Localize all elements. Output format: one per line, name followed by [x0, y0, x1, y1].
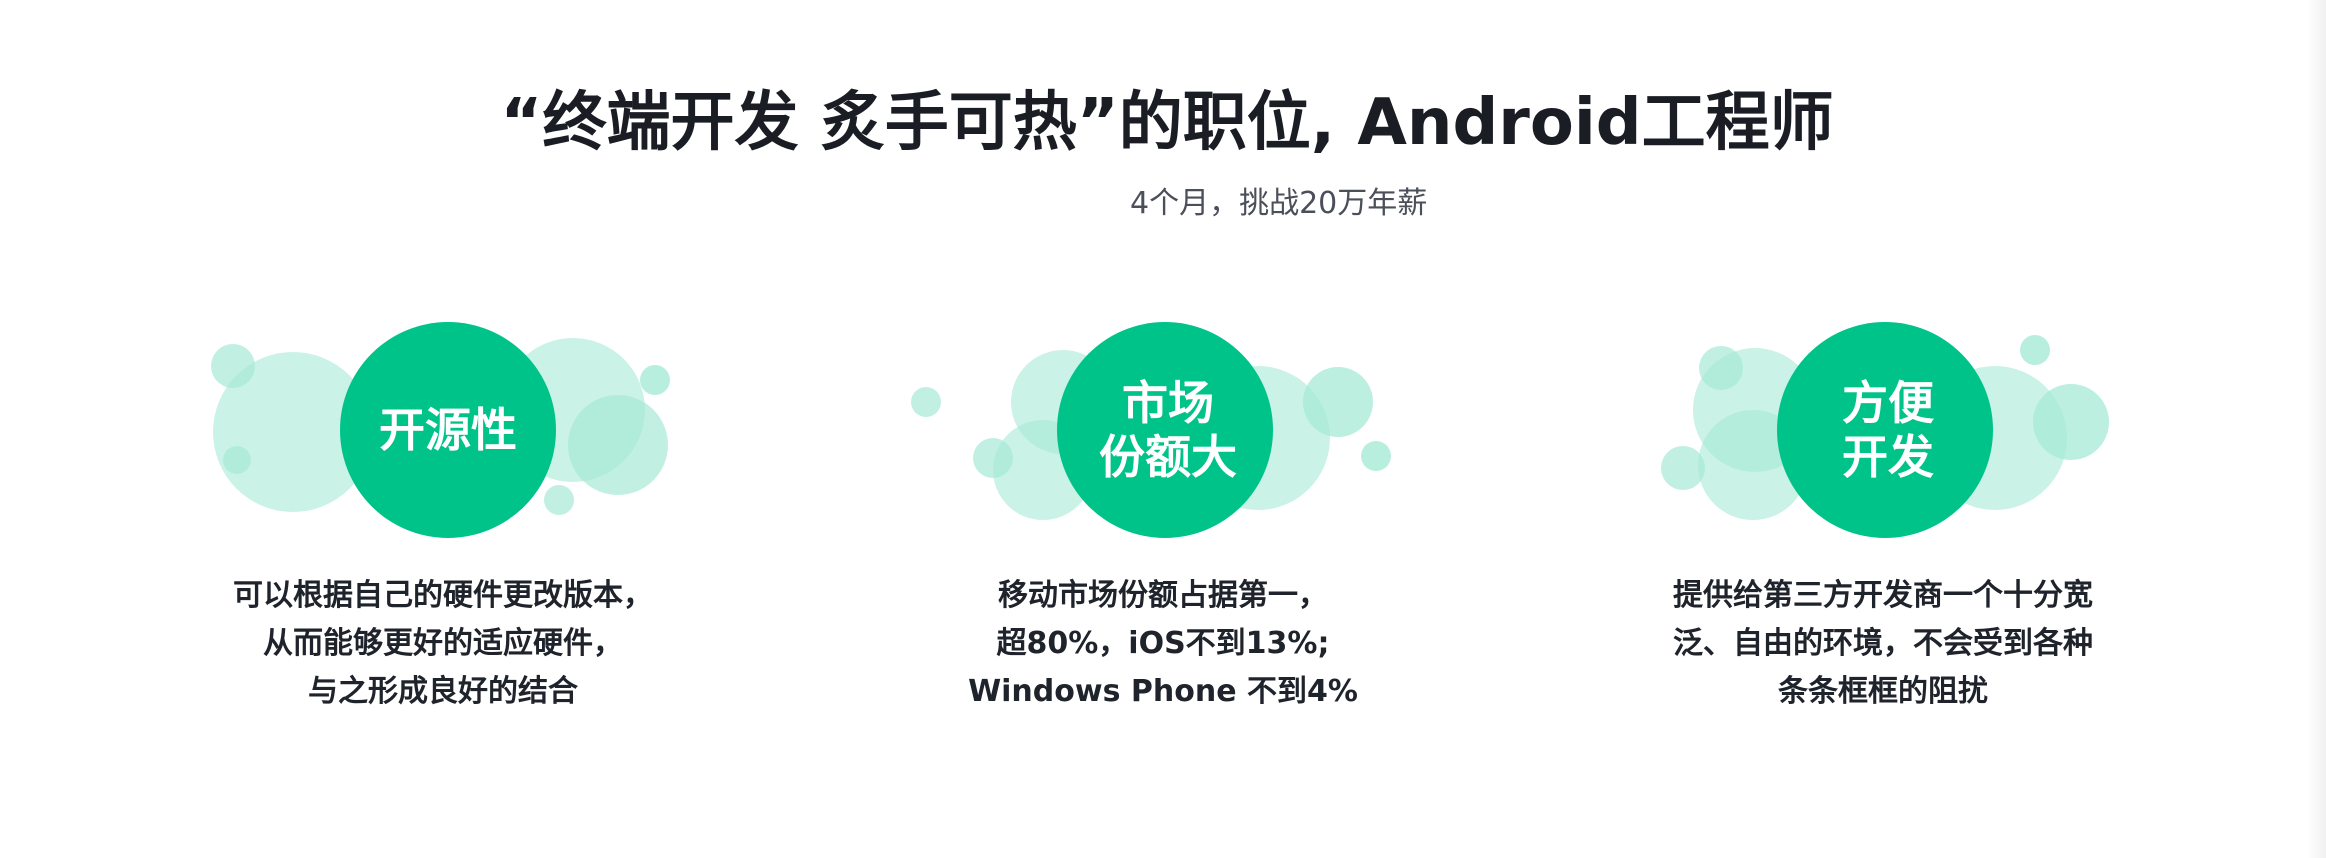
feature-main-circle: [1777, 322, 1993, 538]
description-line: 与之形成良好的结合: [308, 674, 578, 709]
decor-bubble: [973, 438, 1013, 478]
decor-bubble: [544, 485, 574, 515]
description-line: 提供给第三方开发商一个十分宽: [1673, 578, 2093, 613]
decor-bubble: [2033, 384, 2109, 460]
bubble-cluster-illustration: [911, 322, 1391, 538]
decor-bubble: [640, 365, 670, 395]
bubble-cluster-illustration: [211, 322, 670, 538]
feature-description: 可以根据自己的硬件更改版本， 从而能够更好的适应硬件， 与之形成良好的结合: [163, 572, 723, 716]
page: { "hero": { "title": "“终端开发 炙手可热”的职位, An…: [0, 0, 2326, 858]
description-line: 从而能够更好的适应硬件，: [263, 626, 623, 661]
feature-main-circle: [1057, 322, 1273, 538]
page-subtitle: 4个月，挑战20万年薪: [1130, 186, 1428, 221]
description-line: 条条框框的阻扰: [1778, 674, 1988, 709]
decor-bubble: [223, 446, 251, 474]
feature-card-market-share: 市场 份额大 移动市场份额占据第一， 超80%，iOS不到13%; Window…: [883, 320, 1443, 740]
feature-card-open-source: 开源性 可以根据自己的硬件更改版本， 从而能够更好的适应硬件， 与之形成良好的结…: [163, 320, 723, 740]
description-line: 超80%，iOS不到13%;: [996, 626, 1330, 661]
bubble-cluster-illustration: [1661, 322, 2109, 538]
decor-bubble: [1361, 441, 1391, 471]
decor-bubble: [1303, 367, 1373, 437]
decor-bubble: [2020, 335, 2050, 365]
feature-description: 移动市场份额占据第一， 超80%，iOS不到13%; Windows Phone…: [883, 572, 1443, 716]
description-line: 移动市场份额占据第一，: [998, 578, 1328, 613]
decor-bubble: [1661, 446, 1705, 490]
feature-card-easy-development: 方便 开发 提供给第三方开发商一个十分宽 泛、自由的环境，不会受到各种 条条框框…: [1603, 320, 2163, 740]
description-line: 泛、自由的环境，不会受到各种: [1673, 626, 2093, 661]
decor-bubble: [568, 395, 668, 495]
description-line: Windows Phone 不到4%: [968, 674, 1358, 709]
decor-bubble: [911, 387, 941, 417]
page-title: “终端开发 炙手可热”的职位, Android工程师: [500, 86, 1834, 160]
feature-main-circle: [340, 322, 556, 538]
description-line: 可以根据自己的硬件更改版本，: [233, 578, 653, 613]
feature-description: 提供给第三方开发商一个十分宽 泛、自由的环境，不会受到各种 条条框框的阻扰: [1603, 572, 2163, 716]
